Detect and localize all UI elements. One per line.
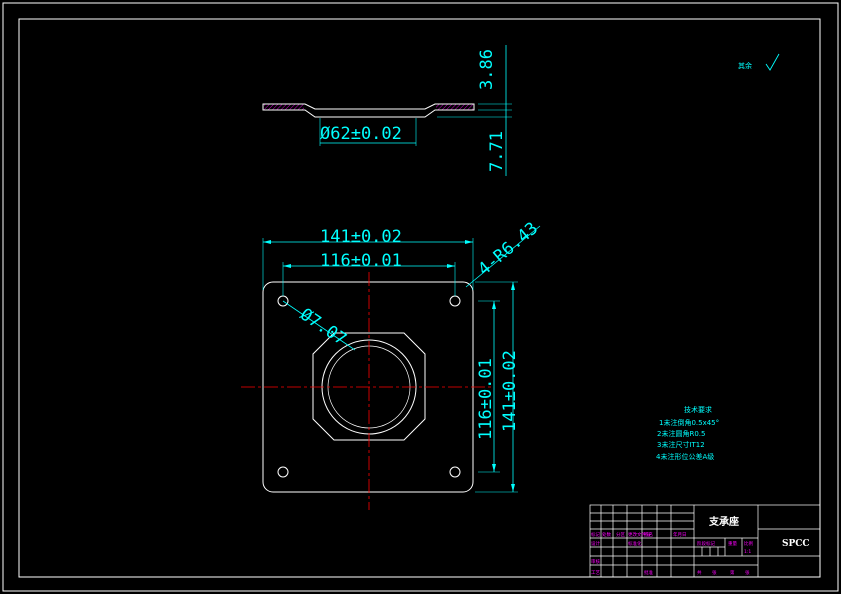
inner-border [18,18,821,578]
tb-cell: 标准化 [628,540,642,547]
roughness-label: 其余 [738,61,752,70]
roughness-note: 其余 [738,53,780,71]
tb-cell: 第 [730,569,735,576]
dim-h386: 3.86 [477,49,497,90]
tb-cell: 重量 [728,540,737,547]
roughness-symbol [765,53,780,71]
material: SPCC [782,539,810,549]
tech-req-item: 3未注尺寸IT12 [657,440,705,449]
dim-w141: 141±0.02 [320,227,402,247]
tb-cell: 张 [712,569,717,576]
dim-v141: 141±0.02 [500,350,520,432]
dim-d707: Ø7.07 [296,305,350,350]
title-block-text: 支承座 SPCC 标记 处数 分区 更改文件号 签名 年月日 设计 标准化 审核… [591,515,810,576]
dim-v116: 116±0.01 [476,358,496,440]
dim-r643: 4-R6.43 [474,218,542,279]
part-name: 支承座 [708,515,739,528]
tb-cell: 审核 [591,558,600,565]
side-view: Ø62±0.02 3.86 7.71 [262,45,512,176]
tb-cell: 批准 [644,569,653,576]
mount-hole-bl [277,466,289,478]
hatch-left [264,104,304,110]
dim-w116: 116±0.01 [320,251,402,271]
tb-cell: 年月日 [673,531,687,538]
tb-cell: 1:1 [744,549,751,555]
tech-requirements: 技术要求 1未注倒角0.5x45° 2未注圆角R0.5 3未注尺寸IT12 4未… [656,405,719,461]
dim-h771: 7.71 [487,131,507,172]
cad-drawing: Ø62±0.02 3.86 7.71 其余 141±0.02 116±0.01 … [2,2,839,592]
tb-cell: 张 [745,569,750,576]
tb-cell: 处数 [602,531,611,538]
tech-req-item: 4未注形位公差A级 [656,452,714,461]
tb-cell: 阶段标记 [697,540,715,547]
tb-cell: 比例 [744,540,753,547]
tech-req-item: 1未注倒角0.5x45° [659,418,719,427]
dim-dia62: Ø62±0.02 [320,124,402,144]
tb-cell: 共 [697,569,702,576]
mount-hole-tr [449,295,461,307]
tb-cell: 标记 [591,531,600,538]
tb-cell: 设计 [591,540,600,547]
hatch-right [436,104,473,110]
tb-cell: 分区 [616,531,625,538]
tb-cell: 工艺 [591,570,600,576]
top-view: 141±0.02 116±0.01 4-R6.43 Ø7.07 116±0.01… [241,218,542,510]
outer-border [2,2,839,592]
tech-req-item: 2未注圆角R0.5 [657,429,705,438]
mount-hole-br [449,466,461,478]
tb-cell: 签名 [644,531,653,538]
tech-req-title: 技术要求 [684,405,712,414]
